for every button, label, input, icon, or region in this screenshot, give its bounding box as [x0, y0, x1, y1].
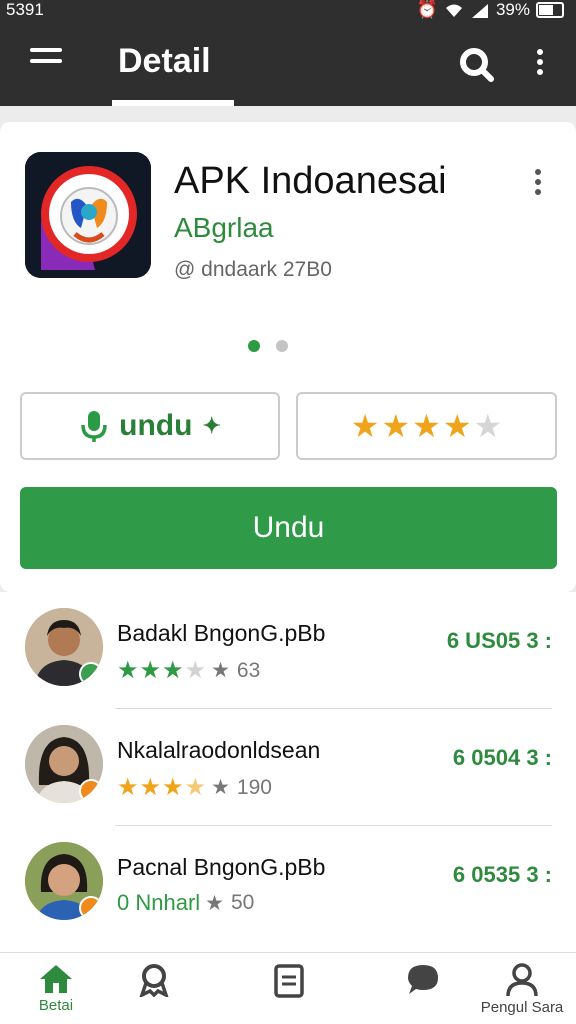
reviewer-name: Nkalalraodonldsean	[117, 737, 321, 763]
download-button[interactable]: Undu	[20, 487, 557, 569]
battery-percent: 39%	[495, 0, 530, 19]
menu-icon[interactable]	[30, 48, 62, 78]
review-rating: ★ ★ ★ ★ ★ 63	[117, 656, 260, 685]
bottom-navigation: Betai Pengul Sara	[0, 952, 576, 1024]
undu-button[interactable]: undu ✦	[20, 392, 280, 460]
undu-label: undu	[119, 409, 193, 442]
star-icon: ★	[162, 774, 184, 801]
review-score[interactable]: 6 0535 3 :	[453, 862, 552, 888]
star-icon: ★	[139, 657, 162, 684]
microphone-icon	[81, 411, 107, 442]
star-icon: ★	[350, 408, 380, 444]
review-count: 50	[230, 891, 255, 914]
nav-item-profile[interactable]: Pengul Sara	[472, 963, 572, 1023]
app-logo-icon	[25, 152, 151, 278]
nav-label-profile: Pengul Sara	[480, 999, 564, 1016]
developer-link[interactable]: ABgrlaa	[174, 212, 274, 244]
star-icon: ★	[162, 657, 184, 684]
title-tab-indicator	[112, 100, 234, 106]
app-bar: Detail	[0, 22, 576, 106]
review-item[interactable]: Badakl BngonG.pBb ★ ★ ★ ★ ★ 63 6 US05 3 …	[0, 592, 576, 709]
status-time: 5391	[6, 0, 44, 19]
star-icon: ★	[412, 408, 441, 444]
star-icon: ★	[205, 891, 224, 915]
star-icon: ★	[139, 774, 162, 801]
review-count: 190	[236, 775, 272, 799]
signal-icon	[471, 4, 488, 18]
nav-item-chat[interactable]	[383, 963, 463, 1023]
rating-text: 0 Nnharl	[117, 890, 201, 915]
person-icon	[506, 963, 538, 997]
review-list: Badakl BngonG.pBb ★ ★ ★ ★ ★ 63 6 US05 3 …	[0, 592, 576, 952]
carousel-dot[interactable]	[276, 340, 288, 352]
battery-icon	[536, 2, 564, 18]
star-icon: ★	[442, 408, 472, 444]
reviewer-name: Badakl BngonG.pBb	[117, 620, 326, 646]
avatar	[25, 725, 103, 803]
app-overflow-icon[interactable]	[530, 166, 546, 206]
star-icon: ★	[211, 659, 230, 682]
avatar	[25, 842, 103, 920]
search-icon[interactable]	[458, 46, 494, 82]
star-icon: ★	[117, 774, 139, 801]
star-icon: ★	[184, 774, 207, 801]
star-icon: ★	[381, 408, 411, 444]
verified-badge-icon	[79, 662, 103, 686]
star-icon: ★	[117, 657, 139, 684]
overflow-menu-icon[interactable]	[532, 46, 548, 82]
chat-icon	[408, 965, 438, 994]
award-icon	[139, 964, 169, 997]
reviewer-name: Pacnal BngonG.pBb	[117, 854, 326, 880]
carousel-indicator	[248, 340, 288, 352]
star-icon: ★	[184, 657, 207, 684]
review-score[interactable]: 6 US05 3 :	[447, 628, 552, 654]
wifi-icon	[445, 4, 462, 17]
star-icon: ★	[211, 776, 230, 799]
sparkle-icon: ✦	[202, 413, 221, 438]
rating-button[interactable]: ★ ★ ★ ★ ★	[296, 392, 557, 460]
list-icon	[274, 964, 304, 998]
review-item[interactable]: Pacnal BngonG.pBb 0 Nnharl ★ 50 6 0535 3…	[0, 826, 576, 943]
home-icon	[40, 965, 72, 993]
carousel-dot[interactable]	[248, 340, 260, 352]
review-item[interactable]: Nkalalraodonldsean ★ ★ ★ ★ ★ 190 6 0504 …	[0, 709, 576, 826]
review-score[interactable]: 6 0504 3 :	[453, 745, 552, 771]
status-bar: 5391 ⏰ 39%	[0, 0, 576, 22]
nav-label-home: Betai	[38, 997, 74, 1014]
review-rating: ★ ★ ★ ★ ★ 190	[117, 773, 272, 802]
star-icon: ★	[473, 408, 503, 444]
app-detail-card: APK Indoanesai ABgrlaa @ dndaark 27B0 un…	[0, 122, 576, 592]
app-meta: @ dndaark 27B0	[174, 258, 332, 281]
status-icons: ⏰ 39%	[417, 0, 564, 20]
nav-item-list[interactable]	[249, 963, 329, 1023]
app-name: APK Indoanesai	[174, 160, 447, 202]
nav-item-home[interactable]: Betai	[16, 963, 96, 1023]
page-title: Detail	[118, 42, 211, 80]
avatar	[25, 608, 103, 686]
nav-item-awards[interactable]	[114, 963, 194, 1023]
alarm-icon: ⏰	[416, 0, 438, 19]
verified-badge-icon	[79, 896, 103, 920]
verified-badge-icon	[79, 779, 103, 803]
review-count: 63	[236, 658, 261, 682]
review-rating: 0 Nnharl ★ 50	[117, 890, 254, 916]
